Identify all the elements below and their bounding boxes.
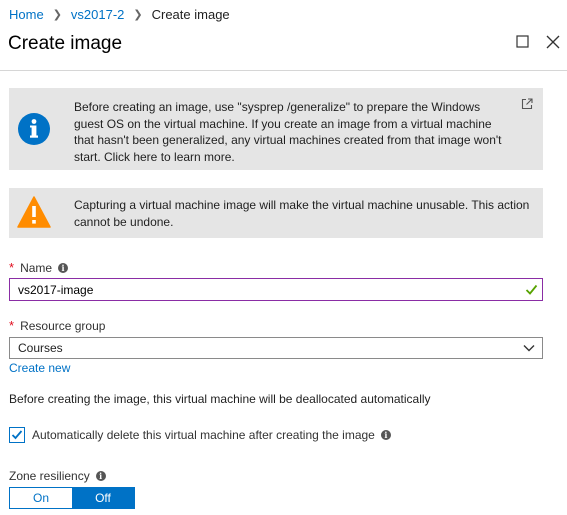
name-input-value: vs2017-image bbox=[18, 282, 94, 297]
resource-group-select[interactable]: Courses bbox=[9, 337, 543, 359]
auto-delete-checkbox[interactable] bbox=[9, 427, 25, 443]
required-asterisk: * bbox=[9, 260, 15, 275]
checkmark-icon bbox=[11, 430, 23, 440]
maximize-button[interactable] bbox=[515, 34, 531, 50]
close-button[interactable] bbox=[545, 34, 561, 50]
warning-notice: Capturing a virtual machine image will m… bbox=[9, 188, 543, 238]
warning-notice-text: Capturing a virtual machine image will m… bbox=[74, 198, 530, 229]
chevron-right-icon: ❯ bbox=[52, 8, 62, 21]
name-label-text: Name bbox=[20, 260, 53, 275]
info-icon[interactable]: i bbox=[58, 262, 69, 273]
page-title: Create image bbox=[8, 33, 123, 54]
breadcrumb-vm-link[interactable]: vs2017-2 bbox=[71, 7, 124, 22]
resource-group-label-text: Resource group bbox=[20, 318, 106, 333]
zone-off-option[interactable]: Off bbox=[72, 488, 134, 508]
info-notice-text: Before creating an image, use "sysprep /… bbox=[74, 100, 502, 164]
info-icon[interactable]: i bbox=[95, 471, 106, 481]
breadcrumb-home-link[interactable]: Home bbox=[9, 7, 44, 22]
name-label: * Name i bbox=[9, 260, 69, 275]
zone-on-option[interactable]: On bbox=[10, 488, 72, 508]
resource-group-value: Courses bbox=[18, 341, 63, 355]
name-input[interactable]: vs2017-image bbox=[9, 278, 543, 301]
chevron-right-icon: ❯ bbox=[133, 8, 143, 21]
close-icon bbox=[546, 35, 560, 49]
resource-group-label: * Resource group bbox=[9, 318, 105, 333]
zone-resiliency-toggle[interactable]: On Off bbox=[9, 487, 135, 509]
info-icon bbox=[18, 113, 50, 145]
zone-resiliency-label-text: Zone resiliency bbox=[9, 469, 90, 483]
deallocate-note: Before creating the image, this virtual … bbox=[9, 392, 431, 406]
checkmark-icon bbox=[525, 284, 538, 295]
header-divider bbox=[0, 70, 567, 71]
external-link-icon[interactable] bbox=[521, 97, 533, 110]
info-icon[interactable]: i bbox=[380, 430, 391, 440]
info-notice[interactable]: Before creating an image, use "sysprep /… bbox=[9, 88, 543, 170]
chevron-down-icon bbox=[523, 345, 535, 352]
create-new-link[interactable]: Create new bbox=[9, 361, 70, 375]
auto-delete-row: Automatically delete this virtual machin… bbox=[9, 427, 391, 443]
zone-resiliency-label: Zone resiliency i bbox=[9, 469, 106, 483]
maximize-icon bbox=[516, 35, 529, 48]
auto-delete-label[interactable]: Automatically delete this virtual machin… bbox=[32, 428, 375, 442]
warning-icon bbox=[17, 196, 51, 228]
breadcrumb-current: Create image bbox=[151, 6, 230, 22]
required-asterisk: * bbox=[9, 318, 15, 333]
breadcrumb: Home ❯ vs2017-2 ❯ Create image bbox=[9, 6, 230, 22]
